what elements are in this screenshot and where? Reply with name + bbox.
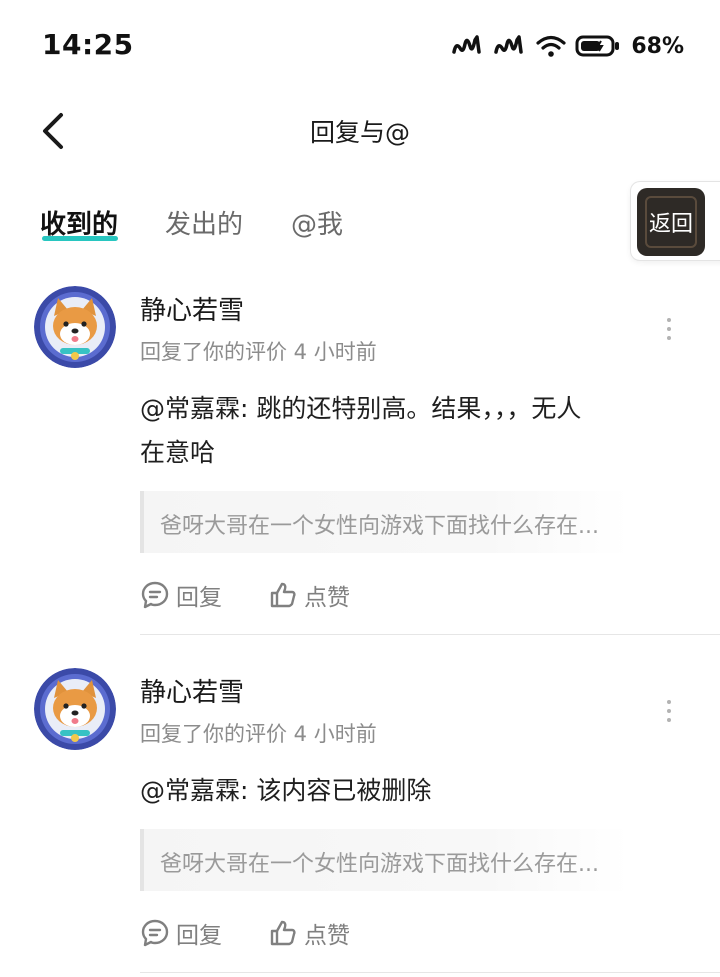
reply-label: 回复 bbox=[176, 585, 222, 611]
like-button[interactable]: 点赞 bbox=[268, 916, 350, 950]
reply-button[interactable]: 回复 bbox=[140, 916, 222, 950]
quoted-review[interactable]: 爸呀大哥在一个女性向游戏下面找什么存在... bbox=[140, 491, 630, 553]
comment-item: 静心若雪 回复了你的评价 4 小时前 @常嘉霖: 跳的还特别高。结果，，，无人 … bbox=[0, 286, 720, 636]
signal-1-icon bbox=[452, 35, 482, 54]
comment-body: @常嘉霖: 该内容已被删除 bbox=[140, 769, 680, 813]
status-icons: 68% bbox=[451, 30, 684, 62]
shiba-dog-avatar-icon bbox=[34, 286, 116, 368]
divider bbox=[140, 972, 720, 973]
quoted-review-text: 爸呀大哥在一个女性向游戏下面找什么存在... bbox=[160, 514, 599, 539]
tab-sent[interactable]: 发出的 bbox=[165, 204, 243, 241]
header: 回复与@ bbox=[0, 96, 720, 166]
comment-meta: 回复了你的评价 4 小时前 bbox=[140, 340, 377, 364]
username[interactable]: 静心若雪 bbox=[140, 290, 244, 327]
comment-body-line: @常嘉霖: 跳的还特别高。结果，，，无人 bbox=[140, 394, 582, 423]
active-tab-indicator bbox=[42, 236, 118, 241]
comment-body-line: @常嘉霖: 该内容已被删除 bbox=[140, 776, 432, 805]
avatar[interactable] bbox=[34, 286, 116, 368]
battery-icon bbox=[575, 35, 620, 57]
tab-mentions[interactable]: @我 bbox=[291, 204, 343, 241]
reply-button[interactable]: 回复 bbox=[140, 578, 222, 612]
battery-percentage: 68% bbox=[631, 33, 684, 59]
quoted-review-text: 爸呀大哥在一个女性向游戏下面找什么存在... bbox=[160, 852, 599, 877]
shiba-dog-avatar-icon bbox=[34, 668, 116, 750]
floating-return-widget: 返回 bbox=[630, 181, 720, 261]
like-label: 点赞 bbox=[304, 923, 350, 949]
speech-bubble-icon bbox=[141, 919, 169, 947]
status-bar: 14:25 68% bbox=[0, 0, 720, 90]
more-options-icon[interactable] bbox=[660, 696, 678, 726]
comment-body: @常嘉霖: 跳的还特别高。结果，，，无人 在意哈 bbox=[140, 387, 680, 475]
wifi-icon bbox=[536, 35, 566, 57]
speech-bubble-icon bbox=[141, 581, 169, 609]
status-time: 14:25 bbox=[42, 28, 134, 61]
comment-body-line: 在意哈 bbox=[140, 438, 216, 467]
page-title: 回复与@ bbox=[309, 118, 410, 147]
like-label: 点赞 bbox=[304, 585, 350, 611]
reply-label: 回复 bbox=[176, 923, 222, 949]
divider bbox=[140, 634, 720, 635]
avatar[interactable] bbox=[34, 668, 116, 750]
signal-2-icon bbox=[494, 35, 524, 54]
tab-bar: 收到的 发出的 @我 bbox=[0, 196, 620, 252]
like-button[interactable]: 点赞 bbox=[268, 578, 350, 612]
return-label: 返回 bbox=[648, 212, 693, 237]
thumbs-up-icon bbox=[270, 582, 296, 608]
comment-item: 静心若雪 回复了你的评价 4 小时前 @常嘉霖: 该内容已被删除 爸呀大哥在一个… bbox=[0, 668, 720, 977]
quoted-review[interactable]: 爸呀大哥在一个女性向游戏下面找什么存在... bbox=[140, 829, 630, 891]
comment-meta: 回复了你的评价 4 小时前 bbox=[140, 722, 377, 746]
username[interactable]: 静心若雪 bbox=[140, 672, 244, 709]
thumbs-up-icon bbox=[270, 920, 296, 946]
return-to-app-button[interactable]: 返回 bbox=[637, 188, 705, 256]
more-options-icon[interactable] bbox=[660, 314, 678, 344]
